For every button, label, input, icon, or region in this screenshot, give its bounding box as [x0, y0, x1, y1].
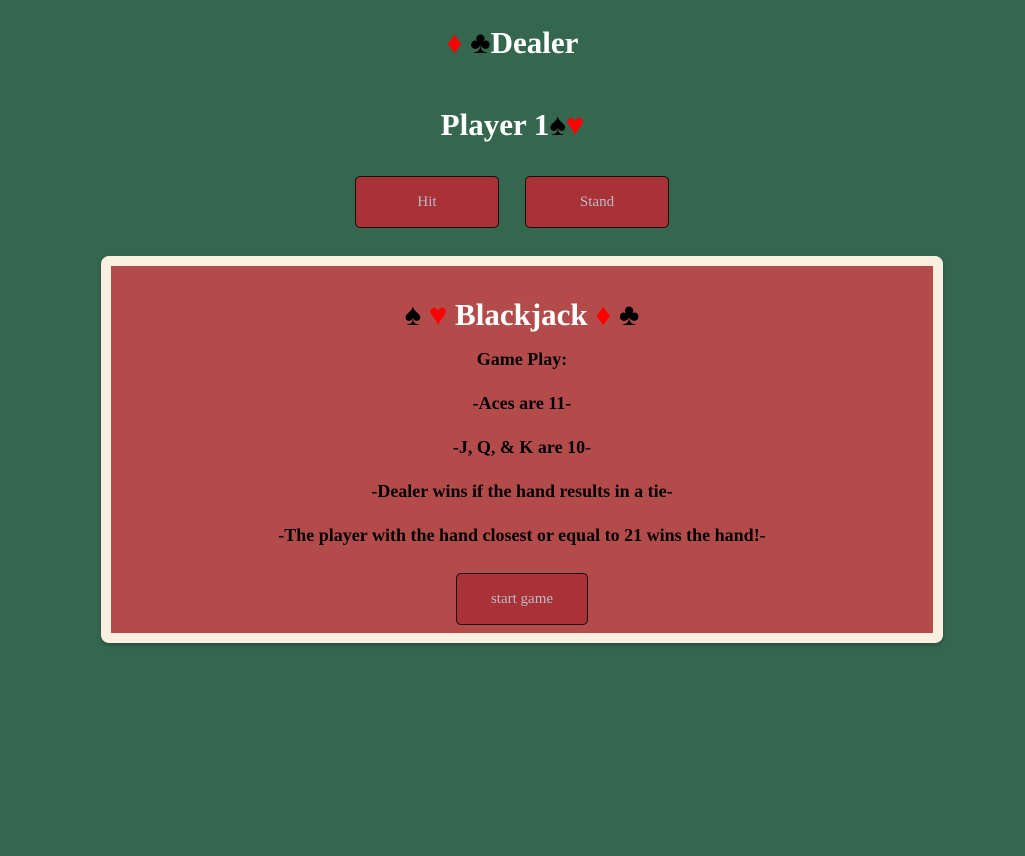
rules-title: ♠ ♥ Blackjack ♦ ♣: [111, 296, 933, 334]
dealer-label: Dealer: [490, 25, 579, 60]
blackjack-page: ♦ ♣Dealer Player 1♠♥ Hit Stand ♠ ♥ Black…: [0, 0, 1025, 856]
player-heading: Player 1♠♥: [0, 106, 1025, 144]
stand-button[interactable]: Stand: [525, 176, 669, 228]
rules-panel: ♠ ♥ Blackjack ♦ ♣ Game Play: -Aces are 1…: [111, 266, 933, 633]
heart-icon: ♥: [565, 107, 585, 142]
start-game-button[interactable]: start game: [456, 573, 588, 625]
spade-icon: ♠: [404, 297, 422, 332]
hit-button[interactable]: Hit: [355, 176, 499, 228]
club-icon: ♣: [618, 297, 640, 332]
heart-icon: ♥: [428, 297, 448, 332]
diamond-icon: ♦: [595, 297, 612, 332]
rule-line: -The player with the hand closest or equ…: [278, 525, 766, 545]
rules-title-text: Blackjack: [455, 297, 588, 332]
player-label: Player 1: [440, 107, 550, 142]
diamond-icon: ♦: [446, 25, 463, 60]
rule-line: -Aces are 11-: [472, 393, 572, 413]
rule-line: -J, Q, & K are 10-: [452, 437, 592, 457]
rule-line: -Dealer wins if the hand results in a ti…: [371, 481, 673, 501]
spade-icon: ♠: [549, 107, 566, 142]
rules-heading: Game Play:: [476, 349, 568, 369]
dealer-heading: ♦ ♣Dealer: [0, 24, 1025, 62]
club-icon: ♣: [470, 25, 491, 60]
rules-modal: ♠ ♥ Blackjack ♦ ♣ Game Play: -Aces are 1…: [101, 256, 943, 643]
